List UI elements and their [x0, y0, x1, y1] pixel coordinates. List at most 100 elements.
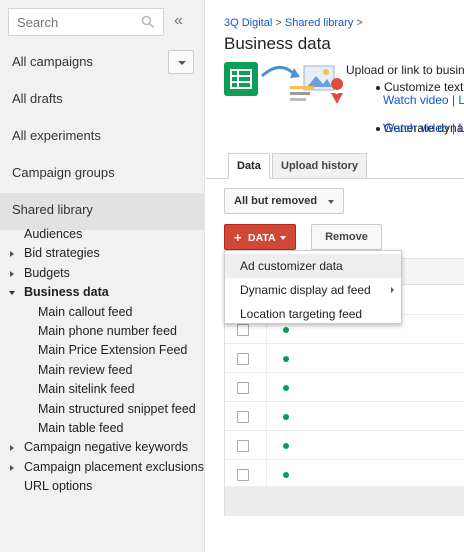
tree-label: Main callout feed: [38, 304, 133, 319]
menu-item-label: Dynamic display ad feed: [240, 283, 371, 297]
table-row[interactable]: [225, 402, 464, 431]
row-checkbox[interactable]: [237, 411, 249, 423]
shared-library-tree: Audiences Bid strategies Budgets Busines…: [0, 225, 205, 496]
breadcrumb-account-link[interactable]: 3Q Digital: [224, 17, 272, 29]
expand-arrow-icon[interactable]: [10, 445, 14, 452]
chevron-down-icon: [328, 200, 335, 204]
nav-all-experiments[interactable]: All experiments: [0, 119, 205, 156]
tree-item-main-review-feed[interactable]: Main review feed: [0, 361, 205, 380]
nav-label: All drafts: [12, 91, 63, 106]
chevron-down-icon: [178, 61, 186, 65]
tree-label: Main Price Extension Feed: [38, 343, 188, 358]
tree-label: Main sitelink feed: [38, 382, 135, 397]
tree-label: Campaign negative keywords: [24, 440, 188, 455]
menu-item-ad-customizer-data[interactable]: Ad customizer data: [225, 254, 401, 278]
chevron-down-icon: [280, 236, 286, 240]
learn-more-link[interactable]: | L: [452, 93, 464, 107]
column-divider: [266, 373, 267, 401]
nav-label: Campaign groups: [12, 165, 115, 180]
breadcrumb-separator: >: [275, 17, 282, 29]
enabled-status-icon: [283, 356, 289, 362]
row-checkbox[interactable]: [237, 440, 249, 452]
enabled-status-icon: [283, 414, 289, 420]
nav-label: All campaigns: [12, 54, 93, 69]
table-row[interactable]: [225, 431, 464, 460]
tree-label: Budgets: [24, 265, 70, 280]
tree-item-audiences[interactable]: Audiences: [0, 225, 205, 244]
learn-more-link[interactable]: | L: [452, 121, 464, 135]
campaigns-dropdown-button[interactable]: [168, 50, 194, 74]
table-footer: [225, 486, 464, 516]
enabled-status-icon: [283, 327, 289, 333]
tabs-bar: Data Upload history: [206, 153, 464, 179]
table-row[interactable]: [225, 460, 464, 489]
collapse-arrow-icon[interactable]: [9, 291, 15, 296]
tree-item-main-price-extension-feed[interactable]: Main Price Extension Feed: [0, 341, 205, 360]
status-filter-button[interactable]: All but removed: [224, 188, 345, 214]
menu-item-label: Ad customizer data: [240, 259, 343, 273]
add-data-menu: Ad customizer data Dynamic display ad fe…: [224, 250, 402, 324]
menu-item-label: Location targeting feed: [240, 307, 363, 321]
tree-item-main-structured-snippet-feed[interactable]: Main structured snippet feed: [0, 400, 205, 419]
tree-label: Main phone number feed: [38, 323, 177, 338]
tree-label: Campaign placement exclusions: [24, 459, 204, 474]
sidebar: « All campaigns All drafts All experimen…: [0, 0, 205, 552]
table-row[interactable]: [225, 373, 464, 402]
column-divider: [266, 460, 267, 488]
nav-label: All experiments: [12, 128, 101, 143]
tree-label: URL options: [24, 479, 93, 494]
row-checkbox[interactable]: [237, 382, 249, 394]
table-row[interactable]: [225, 344, 464, 373]
page-title: Business data: [224, 34, 331, 53]
data-button-label: DATA: [248, 232, 276, 244]
promo-text: Upload or link to busin Customize text W…: [346, 64, 464, 135]
tree-item-business-data[interactable]: Business data: [0, 283, 205, 302]
remove-button[interactable]: Remove: [311, 224, 382, 250]
collapse-sidebar-icon[interactable]: «: [174, 12, 183, 30]
column-divider: [266, 344, 267, 372]
breadcrumb-section-link[interactable]: Shared library: [285, 17, 353, 29]
plus-icon: +: [234, 230, 242, 245]
column-divider: [266, 402, 267, 430]
menu-item-location-targeting-feed[interactable]: Location targeting feed: [225, 302, 401, 326]
expand-arrow-icon[interactable]: [10, 251, 14, 258]
tree-item-main-sitelink-feed[interactable]: Main sitelink feed: [0, 380, 205, 399]
row-checkbox[interactable]: [237, 353, 249, 365]
tree-item-url-options[interactable]: URL options: [0, 477, 205, 496]
tree-label: Business data: [24, 285, 109, 300]
promo-links: Watch video | L: [383, 122, 464, 135]
main-panel: 3Q Digital > Shared library > Business d…: [206, 0, 464, 552]
row-checkbox[interactable]: [237, 469, 249, 481]
expand-arrow-icon[interactable]: [10, 464, 14, 471]
tree-item-main-callout-feed[interactable]: Main callout feed: [0, 303, 205, 322]
column-divider: [266, 431, 267, 459]
tab-data[interactable]: Data: [228, 153, 270, 179]
expand-arrow-icon[interactable]: [10, 270, 14, 277]
breadcrumb-separator: >: [356, 17, 363, 29]
watch-video-link[interactable]: Watch video: [383, 121, 449, 135]
tree-item-main-phone-number-feed[interactable]: Main phone number feed: [0, 322, 205, 341]
tree-item-main-table-feed[interactable]: Main table feed: [0, 419, 205, 438]
tree-item-bid-strategies[interactable]: Bid strategies: [0, 244, 205, 263]
add-data-button[interactable]: + DATA: [224, 224, 296, 250]
watch-video-link[interactable]: Watch video: [383, 93, 449, 107]
tree-item-campaign-placement-exclusions[interactable]: Campaign placement exclusions: [0, 458, 205, 477]
business-data-illustration: [224, 62, 344, 104]
tree-label: Audiences: [24, 227, 83, 241]
sidebar-nav: All campaigns All drafts All experiments…: [0, 45, 205, 230]
search-box[interactable]: [8, 8, 164, 36]
tree-label: Main structured snippet feed: [38, 401, 196, 416]
search-icon[interactable]: [141, 15, 155, 29]
nav-label: Shared library: [12, 202, 93, 217]
tree-item-budgets[interactable]: Budgets: [0, 264, 205, 283]
tree-item-campaign-negative-keywords[interactable]: Campaign negative keywords: [0, 438, 205, 457]
enabled-status-icon: [283, 443, 289, 449]
search-input[interactable]: [9, 9, 129, 35]
tree-label: Main table feed: [38, 420, 124, 435]
tab-upload-history[interactable]: Upload history: [272, 153, 368, 179]
enabled-status-icon: [283, 472, 289, 478]
nav-campaign-groups[interactable]: Campaign groups: [0, 156, 205, 193]
nav-all-drafts[interactable]: All drafts: [0, 82, 205, 119]
nav-all-campaigns[interactable]: All campaigns: [0, 45, 205, 82]
menu-item-dynamic-display-ad-feed[interactable]: Dynamic display ad feed: [225, 278, 401, 302]
